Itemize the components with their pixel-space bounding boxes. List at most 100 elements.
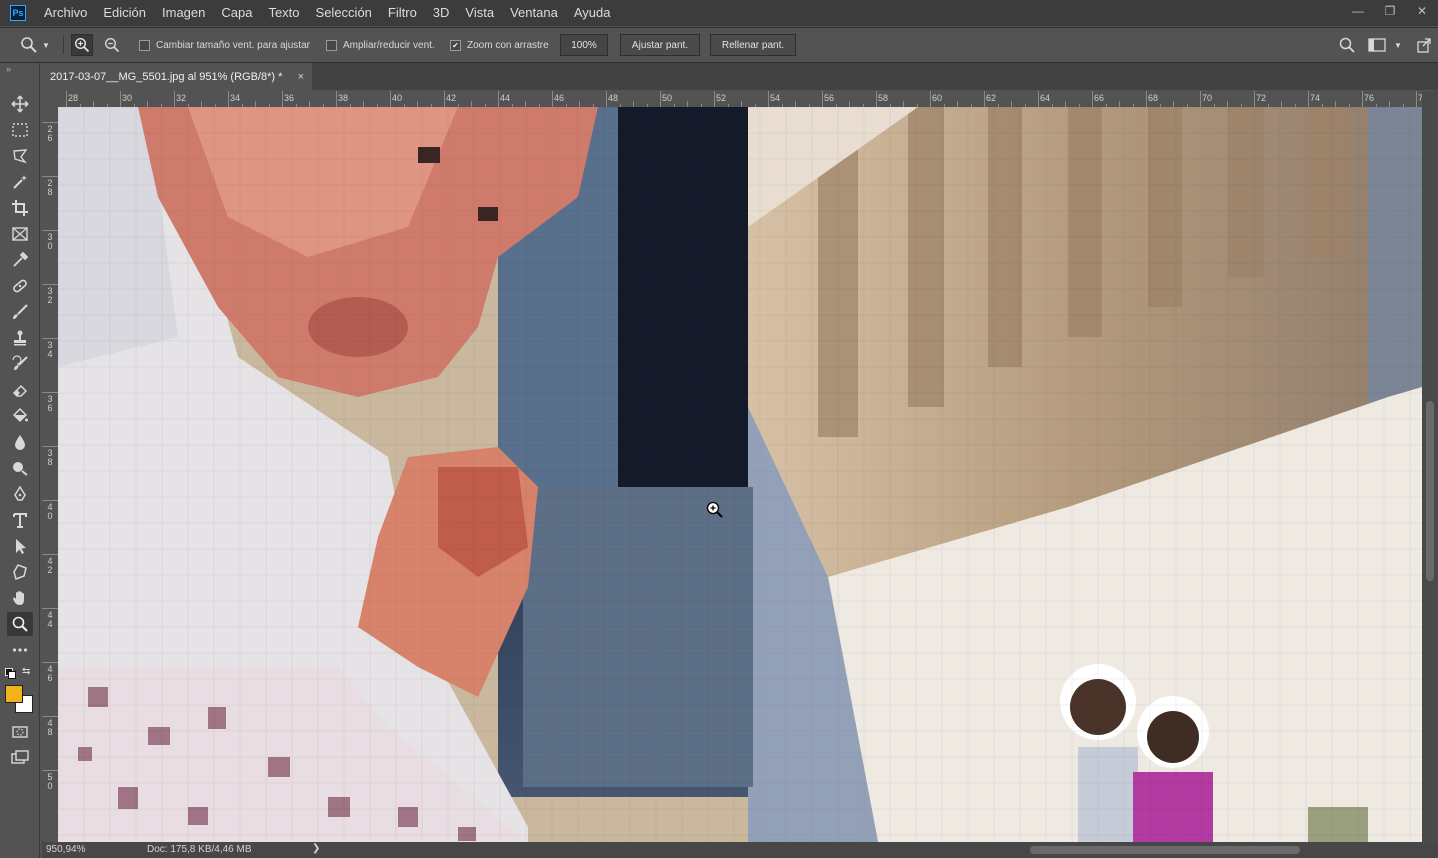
lasso-tool[interactable] <box>7 144 33 168</box>
search-icon <box>1339 37 1355 53</box>
resize-windows-checkbox[interactable]: Cambiar tamaño vent. para ajustar <box>139 28 310 62</box>
image-canvas[interactable] <box>58 107 1422 842</box>
quick-mask-button[interactable] <box>7 720 33 744</box>
menu-ayuda[interactable]: Ayuda <box>566 0 619 26</box>
blur-tool[interactable] <box>7 430 33 454</box>
checkbox-box[interactable] <box>326 39 337 51</box>
marquee-tool[interactable] <box>7 118 33 142</box>
menu-seleccion[interactable]: Selección <box>308 0 380 26</box>
ruler-tick <box>42 554 58 555</box>
ruler-tick <box>1416 91 1417 107</box>
hand-tool[interactable] <box>7 586 33 610</box>
ruler-tick <box>660 91 661 107</box>
crop-tool[interactable] <box>7 196 33 220</box>
path-select-tool[interactable] <box>7 534 33 558</box>
default-colors-icon[interactable] <box>5 668 16 679</box>
pen-tool[interactable] <box>7 482 33 506</box>
horizontal-ruler[interactable]: 28 30 32 34 36 38 40 42 44 46 48 50 52 54 56 58 60 62 64 66… <box>42 91 1422 108</box>
zoom-all-windows-label: Ampliar/reducir vent. <box>343 39 435 51</box>
magic-wand-tool[interactable] <box>7 170 33 194</box>
ruler-label: 26 <box>47 124 53 143</box>
restore-button[interactable]: ❐ <box>1374 0 1406 22</box>
ruler-tick <box>1092 91 1093 107</box>
menu-bar: Ps Archivo Edición Imagen Capa Texto Sel… <box>0 0 1438 26</box>
zoom-tool-preset[interactable]: ▼ <box>20 28 50 62</box>
checkbox-checked[interactable]: ✔ <box>450 39 461 51</box>
lasso-icon <box>13 149 28 164</box>
menu-vista[interactable]: Vista <box>457 0 502 26</box>
menu-edicion[interactable]: Edición <box>95 0 154 26</box>
ruler-tick <box>120 91 121 107</box>
menu-3d[interactable]: 3D <box>425 0 458 26</box>
ruler-label: 50 <box>47 772 53 791</box>
ruler-tick <box>606 91 607 107</box>
ruler-label: 38 <box>338 93 349 103</box>
brush-tool[interactable] <box>7 300 33 324</box>
eyedropper-tool[interactable] <box>7 248 33 272</box>
fill-screen-button[interactable]: Rellenar pant. <box>710 34 796 56</box>
dodge-tool[interactable] <box>7 456 33 480</box>
eyedropper-icon <box>13 251 29 267</box>
screen-mode-icon <box>11 750 29 764</box>
type-tool[interactable] <box>7 508 33 532</box>
ruler-label: 30 <box>47 232 53 251</box>
zoom-value-field[interactable]: 100% <box>560 34 608 56</box>
zoom-in-button[interactable] <box>71 34 93 56</box>
foreground-color-swatch[interactable] <box>5 685 23 703</box>
ruler-tick <box>66 91 67 107</box>
ruler-tick <box>42 230 58 231</box>
menu-texto[interactable]: Texto <box>260 0 307 26</box>
history-brush-tool[interactable] <box>7 352 33 376</box>
checkbox-box[interactable] <box>139 39 150 51</box>
zoom-tool[interactable] <box>7 612 33 636</box>
menu-filtro[interactable]: Filtro <box>380 0 425 26</box>
eraser-tool[interactable] <box>7 378 33 402</box>
move-icon <box>11 95 29 113</box>
document-tab[interactable]: 2017-03-07__MG_5501.jpg al 951% (RGB/8*)… <box>42 63 312 90</box>
resize-windows-label: Cambiar tamaño vent. para ajustar <box>156 39 310 51</box>
screen-mode-button[interactable] <box>7 746 33 770</box>
photoshop-logo-icon[interactable]: Ps <box>10 5 26 21</box>
shape-tool[interactable] <box>7 560 33 584</box>
menu-archivo[interactable]: Archivo <box>36 0 95 26</box>
marquee-icon <box>12 123 28 137</box>
close-tab-icon[interactable]: × <box>298 71 304 83</box>
healing-tool[interactable] <box>7 274 33 298</box>
frame-tool[interactable] <box>7 222 33 246</box>
ruler-label: 70 <box>1202 93 1213 103</box>
minimize-button[interactable]: — <box>1342 0 1374 22</box>
zoom-all-windows-checkbox[interactable]: Ampliar/reducir vent. <box>326 28 435 62</box>
vertical-scroll-thumb[interactable] <box>1426 401 1434 581</box>
more-tools[interactable] <box>7 638 33 662</box>
paint-bucket-tool[interactable] <box>7 404 33 428</box>
ruler-label: 66 <box>1094 93 1105 103</box>
vertical-ruler[interactable]: 26 28 30 32 34 36 38 40 42 44 46 48 50 <box>42 107 59 842</box>
shape-icon <box>13 564 27 580</box>
swap-colors-icon[interactable]: ⇆ <box>22 666 30 677</box>
ruler-tick <box>714 91 715 107</box>
zoom-level-field[interactable]: 950,94% <box>46 844 85 855</box>
healing-icon <box>13 279 27 293</box>
ruler-label: 56 <box>824 93 835 103</box>
horizontal-scroll-thumb[interactable] <box>1030 846 1300 854</box>
scrubby-zoom-checkbox[interactable]: ✔ Zoom con arrastre <box>450 28 549 62</box>
menu-ventana[interactable]: Ventana <box>502 0 566 26</box>
menu-imagen[interactable]: Imagen <box>154 0 213 26</box>
vertical-scrollbar[interactable] <box>1422 91 1438 842</box>
ruler-label: 74 <box>1310 93 1321 103</box>
stamp-tool[interactable] <box>7 326 33 350</box>
move-tool[interactable] <box>7 92 33 116</box>
fit-screen-button[interactable]: Ajustar pant. <box>620 34 700 56</box>
menu-capa[interactable]: Capa <box>213 0 260 26</box>
ruler-tick <box>1038 91 1039 107</box>
status-menu-arrow[interactable]: ❯ <box>312 843 320 854</box>
workspace-switcher[interactable]: ▼ <box>1368 28 1402 62</box>
close-button[interactable]: ✕ <box>1406 0 1438 22</box>
search-button[interactable] <box>1338 28 1356 62</box>
zoom-in-icon <box>74 37 90 53</box>
ruler-tick <box>42 446 58 447</box>
horizontal-scrollbar[interactable] <box>330 842 1420 858</box>
share-button[interactable] <box>1416 28 1432 62</box>
zoom-out-button[interactable] <box>101 34 123 56</box>
collapse-panel-icon[interactable]: » <box>6 64 11 74</box>
